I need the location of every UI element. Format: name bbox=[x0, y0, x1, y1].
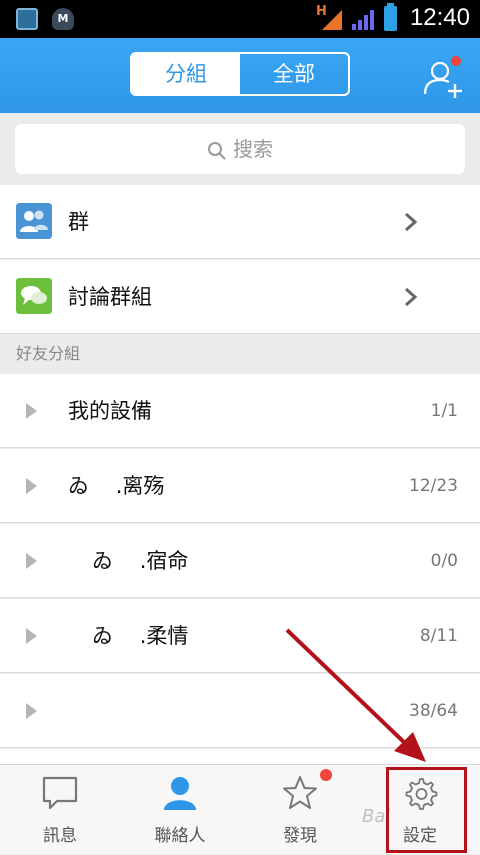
row-label: 群 bbox=[68, 210, 89, 234]
search-icon bbox=[208, 141, 226, 160]
search-input[interactable]: 搜索 bbox=[15, 124, 465, 174]
nav-label: 聯絡人 bbox=[154, 826, 206, 846]
header-bar: 分組 全部 bbox=[0, 38, 480, 113]
row-label: 討論群組 bbox=[68, 285, 152, 309]
friend-group-row[interactable]: 38/64 bbox=[0, 674, 480, 748]
signal-icon bbox=[322, 10, 342, 30]
chat-bubbles-icon bbox=[16, 278, 52, 314]
nav-label: 訊息 bbox=[43, 826, 77, 846]
friend-group-count: 38/64 bbox=[409, 701, 458, 721]
friend-group-name: ゐ .离殇 bbox=[68, 474, 165, 498]
search-area: 搜索 bbox=[0, 113, 480, 185]
row-groups[interactable]: 群 bbox=[0, 185, 480, 259]
expand-arrow-icon bbox=[26, 553, 37, 569]
friend-group-row[interactable]: ゐ .离殇 12/23 bbox=[0, 449, 480, 523]
group-icon bbox=[16, 203, 52, 239]
shield-m-icon: M bbox=[52, 8, 74, 30]
view-toggle: 分組 全部 bbox=[130, 52, 350, 96]
battery-icon bbox=[384, 3, 397, 31]
app-icon bbox=[16, 8, 38, 30]
notification-dot bbox=[320, 769, 332, 781]
friend-group-name: 我的設備 bbox=[68, 399, 152, 423]
list-remainder bbox=[0, 749, 480, 764]
tab-grouped[interactable]: 分組 bbox=[132, 54, 240, 94]
star-icon bbox=[283, 776, 317, 809]
contacts-icon bbox=[164, 777, 196, 810]
expand-arrow-icon bbox=[26, 478, 37, 494]
expand-arrow-icon bbox=[26, 703, 37, 719]
friend-group-name: ゐ .宿命 bbox=[92, 549, 189, 573]
status-bar: M H 12:40 bbox=[0, 0, 480, 38]
nav-discover[interactable]: 發現 bbox=[240, 765, 360, 855]
nav-contacts[interactable]: 聯絡人 bbox=[120, 765, 240, 855]
expand-arrow-icon bbox=[26, 628, 37, 644]
clock: 12:40 bbox=[409, 4, 470, 31]
section-header-friend-groups: 好友分組 bbox=[0, 334, 480, 374]
message-icon bbox=[42, 776, 78, 810]
tab-all[interactable]: 全部 bbox=[240, 54, 348, 94]
friend-group-row[interactable]: ゐ .宿命 0/0 bbox=[0, 524, 480, 598]
friend-group-row[interactable]: 我的設備 1/1 bbox=[0, 374, 480, 448]
friend-group-name: ゐ .柔情 bbox=[92, 624, 189, 648]
annotation-highlight-box bbox=[386, 767, 467, 853]
signal-bars-icon bbox=[352, 10, 374, 30]
search-placeholder: 搜索 bbox=[233, 137, 273, 161]
expand-arrow-icon bbox=[26, 403, 37, 419]
friend-group-row[interactable]: ゐ .柔情 8/11 bbox=[0, 599, 480, 673]
nav-label: 發現 bbox=[283, 826, 317, 846]
friend-group-count: 12/23 bbox=[409, 476, 458, 496]
chevron-right-icon bbox=[405, 212, 418, 232]
add-contact-icon[interactable] bbox=[422, 54, 466, 98]
friend-group-count: 8/11 bbox=[419, 626, 458, 646]
friend-group-count: 1/1 bbox=[430, 401, 458, 421]
row-discussion-groups[interactable]: 討論群組 bbox=[0, 260, 480, 334]
friend-group-count: 0/0 bbox=[430, 551, 458, 571]
nav-messages[interactable]: 訊息 bbox=[0, 765, 120, 855]
chevron-right-icon bbox=[405, 287, 418, 307]
